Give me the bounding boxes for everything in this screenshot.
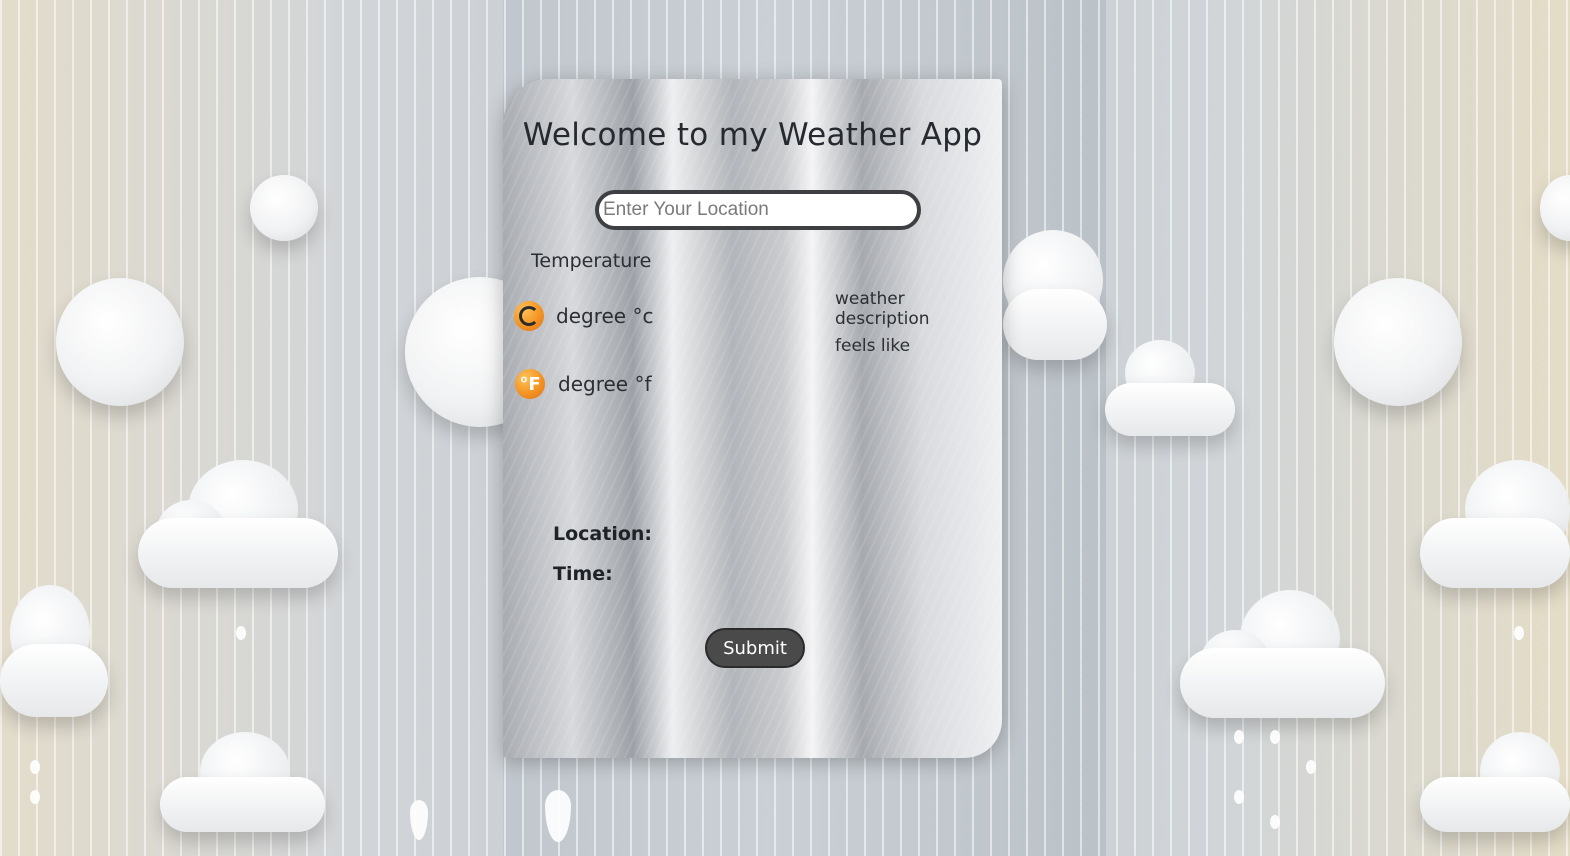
location-label: Location: [553, 523, 653, 545]
background-raindrop [1270, 815, 1280, 829]
background-snowball [56, 278, 184, 406]
background-cloud [1420, 460, 1570, 588]
background-snowball [1540, 175, 1570, 241]
celsius-value: degree °c [556, 304, 654, 328]
background-raindrop [236, 626, 246, 640]
background-cloud [160, 732, 325, 832]
submit-button[interactable]: Submit [705, 628, 805, 668]
background-cloud [1105, 340, 1235, 436]
background-raindrop [410, 800, 428, 840]
background-cloud [138, 460, 338, 588]
temperature-heading: Temperature [531, 250, 652, 272]
background-raindrop [1306, 760, 1316, 774]
background-cloud [1420, 732, 1570, 832]
background-cloud [1003, 230, 1107, 360]
background-raindrop [1234, 790, 1244, 804]
fahrenheit-icon-glyph: °F [519, 373, 541, 395]
background-raindrop [30, 760, 40, 774]
celsius-icon [514, 301, 544, 331]
feels-like: feels like [835, 336, 911, 356]
background-raindrop [30, 790, 40, 804]
background-raindrop [1234, 730, 1244, 744]
background-cloud [1180, 590, 1385, 718]
fahrenheit-value: degree °f [558, 372, 652, 396]
background-snowball [250, 175, 318, 241]
time-label: Time: [553, 563, 613, 585]
app-title: Welcome to my Weather App [522, 117, 983, 153]
location-search-input[interactable] [595, 190, 921, 230]
fahrenheit-icon: °F [515, 369, 545, 399]
background-raindrop [1514, 626, 1524, 640]
background-cloud [0, 585, 108, 717]
background-raindrop [1270, 730, 1280, 744]
weather-description: weather description [835, 289, 930, 329]
weather-card: Welcome to my Weather App Temperature de… [503, 79, 1002, 758]
background-snowball [1334, 278, 1462, 406]
